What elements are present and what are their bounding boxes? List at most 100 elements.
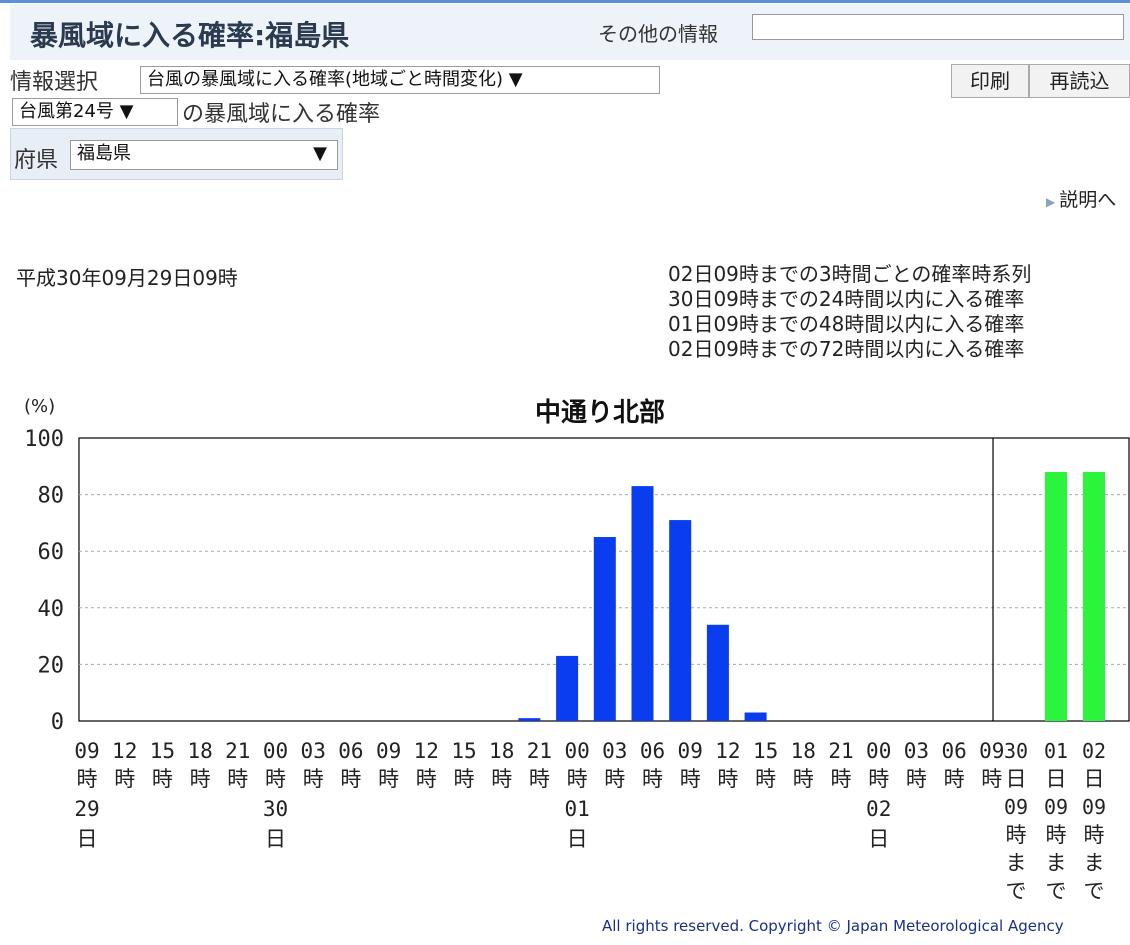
x-tick-cumulative: ま bbox=[1046, 851, 1067, 875]
x-tick-hour: 21 bbox=[527, 739, 552, 763]
x-tick-cumulative: ま bbox=[1084, 851, 1105, 875]
x-tick-hour: 15 bbox=[753, 739, 778, 763]
x-tick-hour: 15 bbox=[451, 739, 476, 763]
x-tick-hour-unit: 時 bbox=[378, 767, 399, 791]
x-tick-hour: 06 bbox=[941, 739, 966, 763]
x-tick-hour-unit: 時 bbox=[793, 767, 814, 791]
x-tick-cumulative: 日 bbox=[1006, 767, 1027, 791]
x-tick-cumulative: 09 bbox=[1004, 795, 1028, 819]
x-tick-day-unit: 日 bbox=[868, 827, 889, 851]
y-tick-label: 80 bbox=[38, 484, 65, 509]
prefecture-label: 府県 bbox=[14, 148, 59, 173]
bar-cumulative bbox=[1083, 471, 1105, 721]
legend-line: 30日09時までの24時間以内に入る確率 bbox=[668, 287, 1025, 311]
x-tick-hour: 21 bbox=[225, 739, 250, 763]
legend-line: 01日09時までの48時間以内に入る確率 bbox=[668, 312, 1025, 336]
typhoon-select-dropdown[interactable]: 台風第24号 ▼ bbox=[12, 98, 178, 126]
bar-cumulative bbox=[1045, 471, 1067, 721]
x-tick-cumulative: 09 bbox=[1044, 795, 1068, 819]
legend-line: 02日09時までの3時間ごとの確率時系列 bbox=[668, 262, 1032, 286]
x-tick-hour: 06 bbox=[640, 739, 665, 763]
x-tick-hour-unit: 時 bbox=[717, 767, 738, 791]
x-tick-day-unit: 日 bbox=[265, 827, 286, 851]
legend-line: 02日09時までの72時間以内に入る確率 bbox=[668, 337, 1025, 361]
chevron-right-icon: ▶ bbox=[1046, 195, 1056, 209]
x-tick-hour-unit: 時 bbox=[114, 767, 135, 791]
reload-button[interactable]: 再読込 bbox=[1029, 64, 1130, 98]
x-tick-day: 01 bbox=[564, 797, 589, 821]
y-tick-label: 20 bbox=[38, 653, 65, 678]
x-tick-hour: 18 bbox=[791, 739, 816, 763]
x-tick-hour-unit: 時 bbox=[152, 767, 173, 791]
x-tick-cumulative: で bbox=[1046, 879, 1067, 903]
y-tick-label: 40 bbox=[38, 597, 65, 622]
x-tick-hour: 03 bbox=[904, 739, 929, 763]
x-tick-cumulative: 時 bbox=[1046, 823, 1067, 847]
x-tick-cumulative: 時 bbox=[1084, 823, 1105, 847]
x-tick-hour-unit: 時 bbox=[77, 767, 98, 791]
bar-3h bbox=[593, 537, 616, 721]
bar-3h bbox=[669, 520, 692, 721]
x-tick-hour-unit: 時 bbox=[303, 767, 324, 791]
bar-3h bbox=[556, 655, 579, 721]
bar-3h bbox=[518, 718, 541, 721]
prefecture-select-dropdown[interactable]: 福島県 ▼ bbox=[70, 140, 338, 170]
x-tick-hour: 15 bbox=[150, 739, 175, 763]
x-tick-cumulative: 09 bbox=[1082, 795, 1106, 819]
x-tick-hour: 03 bbox=[602, 739, 627, 763]
x-tick-hour: 00 bbox=[866, 739, 891, 763]
x-tick-hour: 09 bbox=[678, 739, 703, 763]
x-tick-cumulative: 日 bbox=[1046, 767, 1067, 791]
x-tick-cumulative: 時 bbox=[1006, 823, 1027, 847]
x-tick-hour-unit: 時 bbox=[604, 767, 625, 791]
x-tick-day: 29 bbox=[74, 797, 99, 821]
x-tick-hour: 18 bbox=[187, 739, 212, 763]
x-tick-hour: 09 bbox=[74, 739, 99, 763]
x-tick-cumulative: 日 bbox=[1084, 767, 1105, 791]
x-tick-hour-unit: 時 bbox=[491, 767, 512, 791]
other-info-input[interactable] bbox=[752, 14, 1124, 40]
explanation-link[interactable]: ▶ 説明へ bbox=[1046, 185, 1116, 212]
x-tick-hour-unit: 時 bbox=[227, 767, 248, 791]
info-select-dropdown[interactable]: 台風の暴風域に入る確率(地域ごと時間変化) ▼ bbox=[140, 66, 660, 94]
x-tick-cumulative: 02 bbox=[1082, 739, 1106, 763]
prefecture-select-value: 福島県 bbox=[77, 143, 131, 164]
y-tick-label: 60 bbox=[38, 540, 65, 565]
y-tick-label: 0 bbox=[51, 710, 64, 735]
chevron-down-icon: ▼ bbox=[313, 143, 327, 164]
x-tick-hour-unit: 時 bbox=[981, 767, 1002, 791]
print-button[interactable]: 印刷 bbox=[951, 64, 1029, 98]
x-tick-hour-unit: 時 bbox=[454, 767, 475, 791]
x-tick-hour: 12 bbox=[112, 739, 137, 763]
x-tick-cumulative: で bbox=[1084, 879, 1105, 903]
x-tick-hour-unit: 時 bbox=[944, 767, 965, 791]
x-tick-hour: 00 bbox=[564, 739, 589, 763]
x-tick-cumulative: ま bbox=[1006, 851, 1027, 875]
x-tick-hour-unit: 時 bbox=[906, 767, 927, 791]
issued-datetime: 平成30年09月29日09時 bbox=[16, 266, 238, 290]
x-tick-hour-unit: 時 bbox=[190, 767, 211, 791]
bar-3h bbox=[744, 712, 767, 721]
info-select-label: 情報選択 bbox=[10, 70, 99, 95]
x-tick-day-unit: 日 bbox=[77, 827, 98, 851]
y-tick-label: 100 bbox=[24, 427, 64, 452]
x-tick-cumulative: 01 bbox=[1044, 739, 1068, 763]
y-axis-unit: (%) bbox=[24, 396, 56, 417]
x-tick-day-unit: 日 bbox=[567, 827, 588, 851]
x-tick-hour-unit: 時 bbox=[567, 767, 588, 791]
x-tick-hour: 06 bbox=[338, 739, 363, 763]
x-tick-hour: 00 bbox=[263, 739, 288, 763]
explanation-link-label: 説明へ bbox=[1059, 189, 1117, 211]
period-legend: 02日09時までの3時間ごとの確率時系列 30日09時までの24時間以内に入る確… bbox=[668, 262, 1031, 362]
x-tick-hour: 18 bbox=[489, 739, 514, 763]
x-tick-hour-unit: 時 bbox=[340, 767, 361, 791]
probability-chart: 02040608010009時12時15時18時21時00時03時06時09時1… bbox=[24, 427, 1130, 903]
x-tick-hour-unit: 時 bbox=[416, 767, 437, 791]
x-tick-cumulative: 30 bbox=[1004, 739, 1028, 763]
x-tick-day: 30 bbox=[263, 797, 288, 821]
top-accent-line bbox=[0, 0, 1130, 3]
x-tick-hour: 12 bbox=[414, 739, 439, 763]
x-tick-hour-unit: 時 bbox=[265, 767, 286, 791]
x-tick-hour-unit: 時 bbox=[868, 767, 889, 791]
x-tick-hour-unit: 時 bbox=[529, 767, 550, 791]
